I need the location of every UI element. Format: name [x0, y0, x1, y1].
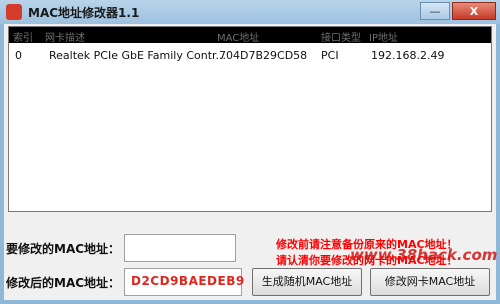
list-header: 索引 网卡描述 MAC地址 接口类型 IP地址 — [9, 27, 491, 44]
column-header-ip[interactable]: IP地址 — [369, 29, 398, 44]
window-title: MAC地址修改器1.1 — [28, 6, 140, 20]
cell-mac: 704D7B29CD58 — [219, 49, 308, 62]
generate-random-mac-button[interactable]: 生成随机MAC地址 — [252, 268, 362, 296]
current-mac-label: 要修改的MAC地址： — [6, 242, 121, 256]
app-window: MAC地址修改器1.1 — X 索引 网卡描述 MAC地址 接口类型 IP地址 … — [0, 0, 500, 304]
new-mac-input[interactable]: D2CD9BAEDEB9 — [124, 268, 244, 296]
modify-mac-button[interactable]: 修改网卡MAC地址 — [370, 268, 490, 296]
column-header-interface[interactable]: 接口类型 — [321, 29, 361, 44]
cell-ip: 192.168.2.49 — [371, 49, 445, 62]
current-mac-input[interactable] — [124, 234, 236, 262]
title-bar[interactable]: MAC地址修改器1.1 — X — [0, 0, 500, 24]
app-icon — [6, 4, 22, 20]
minimize-button[interactable]: — — [420, 2, 450, 20]
client-area: 索引 网卡描述 MAC地址 接口类型 IP地址 0 Realtek PCIe G… — [4, 24, 498, 300]
column-header-description[interactable]: 网卡描述 — [45, 29, 85, 44]
cell-interface: PCI — [321, 49, 339, 62]
watermark-logo: www.38hack.com — [350, 246, 498, 264]
close-button[interactable]: X — [452, 2, 496, 20]
table-row[interactable]: 0 Realtek PCIe GbE Family Contr... 704D7… — [9, 47, 491, 63]
column-header-index[interactable]: 索引 — [13, 29, 33, 44]
adapter-list[interactable]: 索引 网卡描述 MAC地址 接口类型 IP地址 0 Realtek PCIe G… — [8, 26, 492, 212]
cell-description: Realtek PCIe GbE Family Contr... — [49, 49, 227, 62]
column-header-mac[interactable]: MAC地址 — [217, 29, 259, 44]
cell-index: 0 — [15, 49, 22, 62]
new-mac-label: 修改后的MAC地址： — [6, 276, 121, 290]
